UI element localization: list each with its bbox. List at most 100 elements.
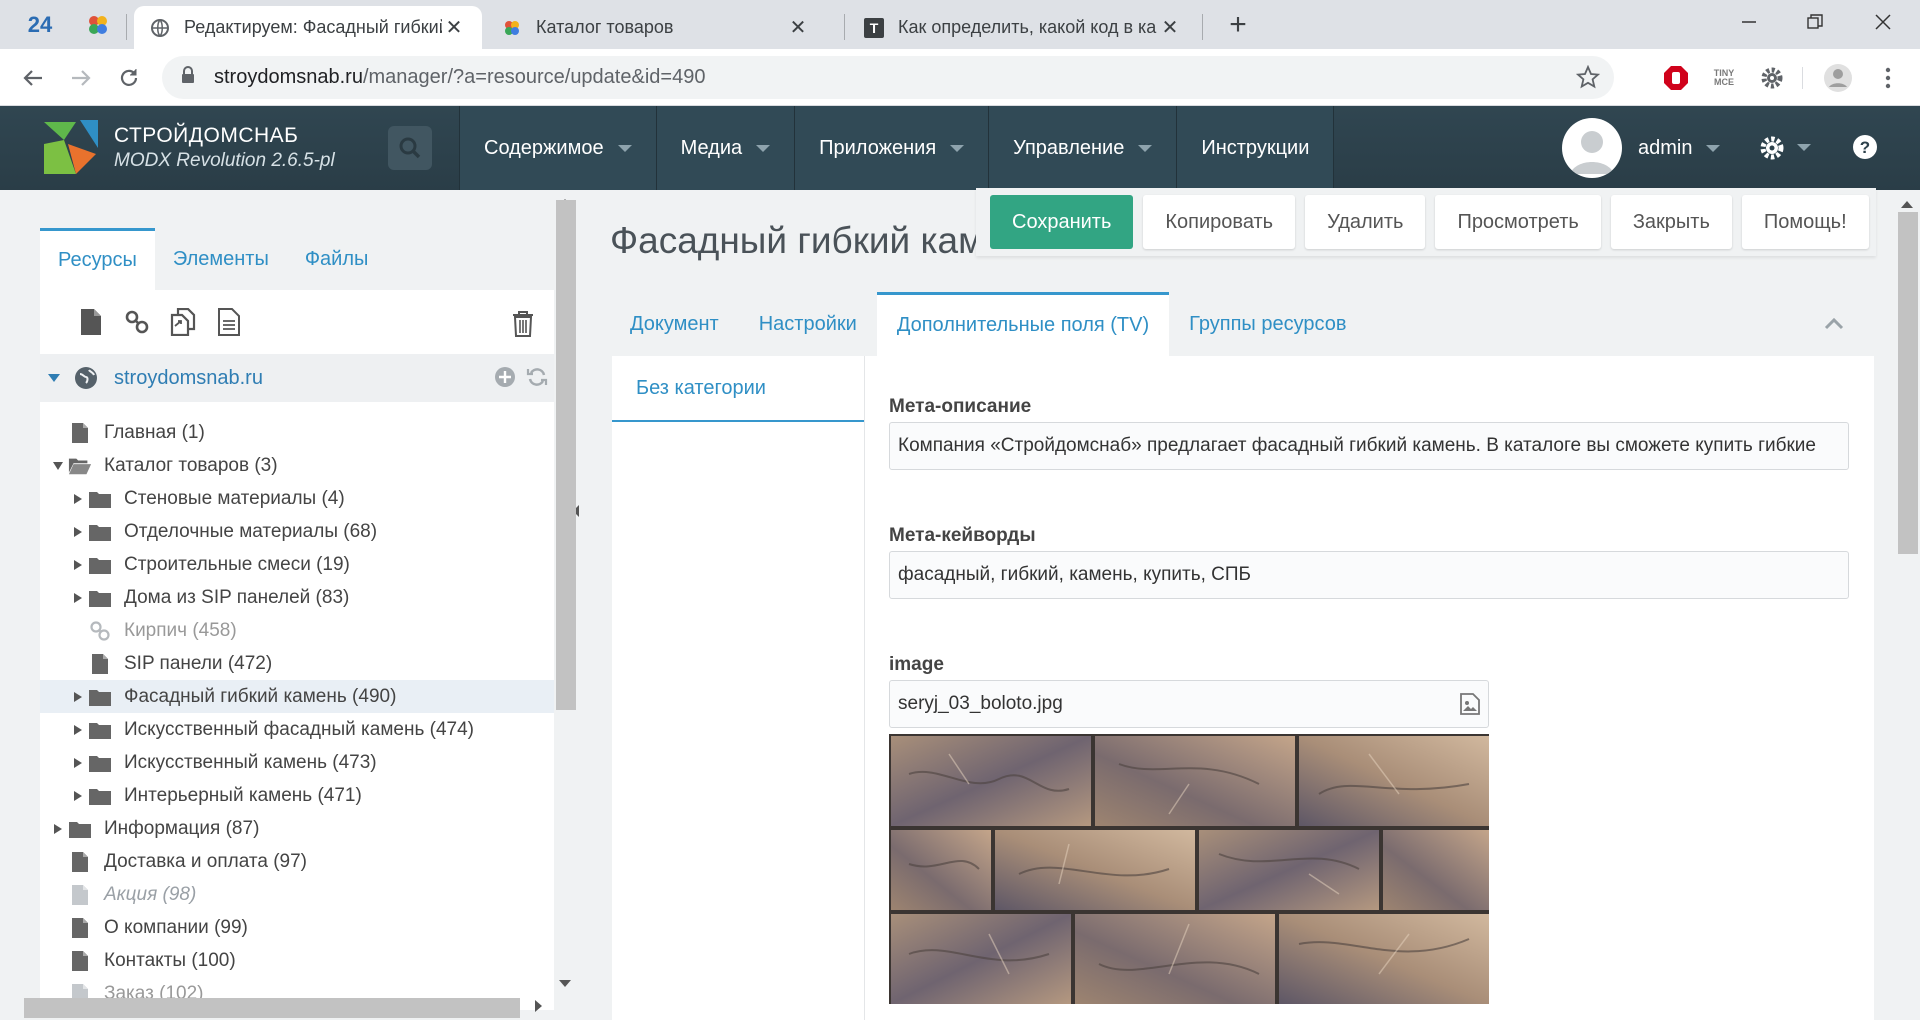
tab-elements[interactable]: Элементы: [155, 228, 287, 290]
back-button[interactable]: [14, 59, 52, 97]
caret-right-icon[interactable]: [68, 555, 88, 575]
browser-tab-howto[interactable]: T Как определить, какой код в ка ✕: [848, 6, 1198, 49]
caret-right-icon[interactable]: [68, 522, 88, 542]
preview-button[interactable]: Просмотреть: [1435, 195, 1601, 249]
close-button[interactable]: Закрыть: [1610, 195, 1732, 249]
tree-item[interactable]: Контакты (100): [40, 944, 554, 977]
new-tab-button[interactable]: +: [1220, 8, 1256, 42]
meta-keywords-input[interactable]: фасадный, гибкий, камень, купить, СПБ: [889, 551, 1849, 599]
caret-right-icon[interactable]: [68, 786, 88, 806]
caret-down-icon[interactable]: [48, 374, 60, 382]
left-panel-scrollbar[interactable]: [556, 200, 576, 710]
help-button[interactable]: Помощь!: [1741, 195, 1869, 249]
tree-item[interactable]: Дома из SIP панелей (83): [40, 581, 554, 614]
tab-settings[interactable]: Настройки: [739, 292, 877, 356]
caret-right-icon[interactable]: [68, 720, 88, 740]
image-browse-icon[interactable]: [1460, 693, 1480, 715]
close-icon[interactable]: ✕: [1158, 15, 1182, 40]
nav-media[interactable]: Медиа: [655, 106, 795, 190]
tree-item[interactable]: Акция (98): [40, 878, 554, 911]
address-bar[interactable]: stroydomsnab.ru/manager/?a=resource/upda…: [162, 56, 1614, 99]
delete-button[interactable]: Удалить: [1305, 195, 1426, 249]
tab-template-variables[interactable]: Дополнительные поля (TV): [876, 292, 1170, 356]
nav-content[interactable]: Содержимое: [459, 106, 656, 190]
close-icon[interactable]: ✕: [442, 15, 466, 40]
help-button[interactable]: ?: [1852, 134, 1878, 165]
scroll-right-arrow[interactable]: [534, 999, 544, 1018]
pinwheel-icon: [89, 16, 107, 34]
forward-button[interactable]: [62, 59, 100, 97]
profile-button[interactable]: [1822, 62, 1854, 94]
caret-right-icon[interactable]: [68, 588, 88, 608]
pinned-tab-bitrix24[interactable]: 24: [20, 8, 60, 42]
left-panel-horizontal-scrollbar[interactable]: [24, 998, 520, 1018]
browser-tab-edit[interactable]: Редактируем: Фасадный гибкий ✕: [134, 6, 482, 49]
tab-files[interactable]: Файлы: [287, 228, 387, 290]
new-document-button[interactable]: [68, 302, 114, 342]
nav-manage[interactable]: Управление: [988, 106, 1177, 190]
restore-button[interactable]: [1782, 0, 1848, 44]
image-input[interactable]: seryj_03_boloto.jpg: [889, 680, 1489, 728]
tree-item-label: Акция (98): [104, 883, 197, 905]
tree-item[interactable]: Фасадный гибкий камень (490): [40, 680, 554, 713]
tree-item[interactable]: Кирпич (458): [40, 614, 554, 647]
tree-item[interactable]: Стеновые материалы (4): [40, 482, 554, 515]
reload-button[interactable]: [110, 59, 148, 97]
minimize-button[interactable]: [1716, 0, 1782, 44]
new-symlink-button[interactable]: [160, 302, 206, 342]
settings-extension-button[interactable]: [1756, 62, 1788, 94]
tab-resource-groups[interactable]: Группы ресурсов: [1169, 292, 1366, 356]
browser-menu-button[interactable]: [1872, 62, 1904, 94]
tree-item[interactable]: Каталог товаров (3): [40, 449, 554, 482]
pinned-tab-colorful[interactable]: [78, 8, 118, 42]
new-weblink-button[interactable]: [114, 302, 160, 342]
main-panel-scrollbar[interactable]: [1898, 212, 1918, 554]
empty-trash-button[interactable]: [500, 304, 546, 344]
tv-category-uncategorized[interactable]: Без категории: [612, 356, 864, 422]
caret-right-icon[interactable]: [68, 489, 88, 509]
tree-item[interactable]: Искусственный камень (473): [40, 746, 554, 779]
new-static-button[interactable]: [206, 302, 252, 342]
tab-resources[interactable]: Ресурсы: [40, 228, 155, 290]
save-button[interactable]: Сохранить: [990, 195, 1134, 249]
adblock-extension-button[interactable]: [1660, 62, 1692, 94]
tree-item[interactable]: Отделочные материалы (68): [40, 515, 554, 548]
refresh-icon[interactable]: [526, 366, 548, 388]
caret-down-icon[interactable]: [48, 456, 68, 476]
plus-circle-icon[interactable]: [494, 366, 516, 388]
duplicate-button[interactable]: Копировать: [1143, 195, 1296, 249]
close-window-button[interactable]: [1850, 0, 1916, 44]
tree-item[interactable]: О компании (99): [40, 911, 554, 944]
search-button[interactable]: [388, 126, 432, 170]
tree-item[interactable]: Строительные смеси (19): [40, 548, 554, 581]
system-settings-button[interactable]: [1758, 134, 1786, 167]
avatar: [1562, 118, 1622, 178]
user-menu[interactable]: admin: [1562, 118, 1721, 178]
tree-item[interactable]: Искусственный фасадный камень (474): [40, 713, 554, 746]
tree-item[interactable]: SIP панели (472): [40, 647, 554, 680]
caret-right-icon[interactable]: [68, 687, 88, 707]
collapse-tabs-button[interactable]: [1824, 316, 1844, 335]
scroll-down-arrow[interactable]: [558, 976, 572, 994]
globe-icon: [75, 367, 97, 389]
document-icon: [68, 949, 92, 973]
nav-instructions[interactable]: Инструкции: [1176, 106, 1335, 190]
meta-description-input[interactable]: Компания «Стройдомснаб» предлагает фасад…: [889, 422, 1849, 470]
caret-right-icon[interactable]: [68, 753, 88, 773]
bookmark-star-icon[interactable]: [1575, 64, 1601, 95]
site-context-row[interactable]: stroydomsnab.ru: [40, 354, 554, 402]
close-icon[interactable]: ✕: [786, 15, 810, 40]
browser-tab-catalog[interactable]: Каталог товаров ✕: [486, 6, 826, 49]
modx-logo-icon[interactable]: [40, 118, 100, 178]
tinymce-extension-button[interactable]: TINY MCE: [1708, 62, 1740, 94]
resource-tree-panel: stroydomsnab.ru Главная (1) Каталог товар…: [40, 290, 554, 1010]
tree-item[interactable]: Информация (87): [40, 812, 554, 845]
tree-item[interactable]: Интерьерный камень (471): [40, 779, 554, 812]
tree-item[interactable]: Главная (1): [40, 416, 554, 449]
caret-right-icon[interactable]: [48, 819, 68, 839]
tab-document[interactable]: Документ: [610, 292, 739, 356]
nav-apps[interactable]: Приложения: [794, 106, 989, 190]
tree-item[interactable]: Доставка и оплата (97): [40, 845, 554, 878]
